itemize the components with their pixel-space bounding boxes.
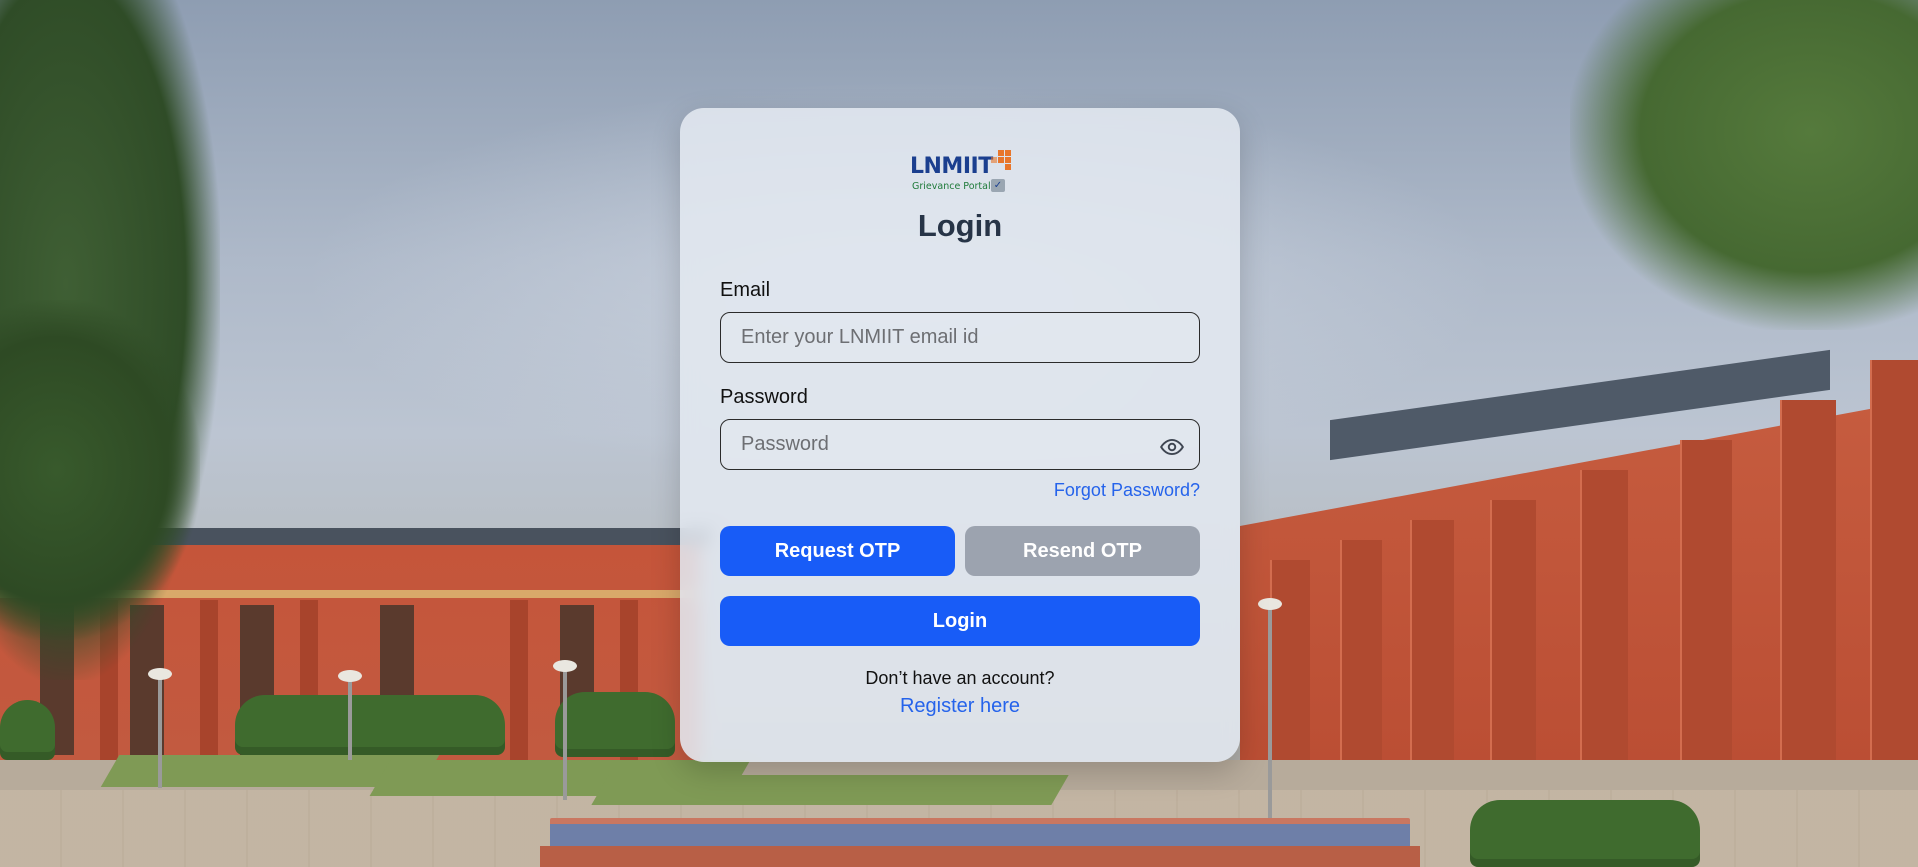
pool-rim	[540, 846, 1420, 867]
eye-icon[interactable]	[1159, 434, 1185, 460]
login-card: LNMIIT Grievance Portal ✓ Login Email Pa…	[680, 108, 1240, 762]
hedge	[0, 700, 55, 760]
lnmiit-logo: LNMIIT Grievance Portal ✓	[910, 150, 1014, 196]
resend-otp-button[interactable]: Resend OTP	[965, 526, 1200, 576]
password-label: Password	[720, 386, 808, 408]
hedge	[235, 695, 505, 755]
street-lamp	[338, 670, 362, 760]
email-input[interactable]	[720, 312, 1200, 363]
email-label: Email	[720, 279, 771, 301]
street-lamp	[553, 660, 577, 800]
check-icon: ✓	[991, 179, 1005, 192]
page-title: Login	[917, 208, 1003, 243]
street-lamp	[148, 668, 172, 788]
hedge	[555, 692, 675, 757]
column	[1410, 520, 1454, 800]
logo-grid-icon	[990, 150, 1012, 172]
column	[1490, 500, 1536, 800]
request-otp-button[interactable]: Request OTP	[720, 526, 955, 576]
logo-name: LNMIIT	[910, 154, 993, 179]
column	[1580, 470, 1628, 810]
no-account-text: Don’t have an account?	[865, 668, 1055, 688]
register-link[interactable]: Register here	[680, 695, 1240, 718]
password-input[interactable]	[720, 419, 1200, 470]
tree-left-lower	[0, 300, 200, 640]
login-button[interactable]: Login	[720, 596, 1200, 646]
forgot-password-link[interactable]: Forgot Password?	[1054, 480, 1200, 501]
tree-right	[1570, 0, 1918, 330]
hedge	[1470, 800, 1700, 867]
logo-subtitle: Grievance Portal	[912, 181, 991, 192]
lawn	[591, 775, 1069, 805]
